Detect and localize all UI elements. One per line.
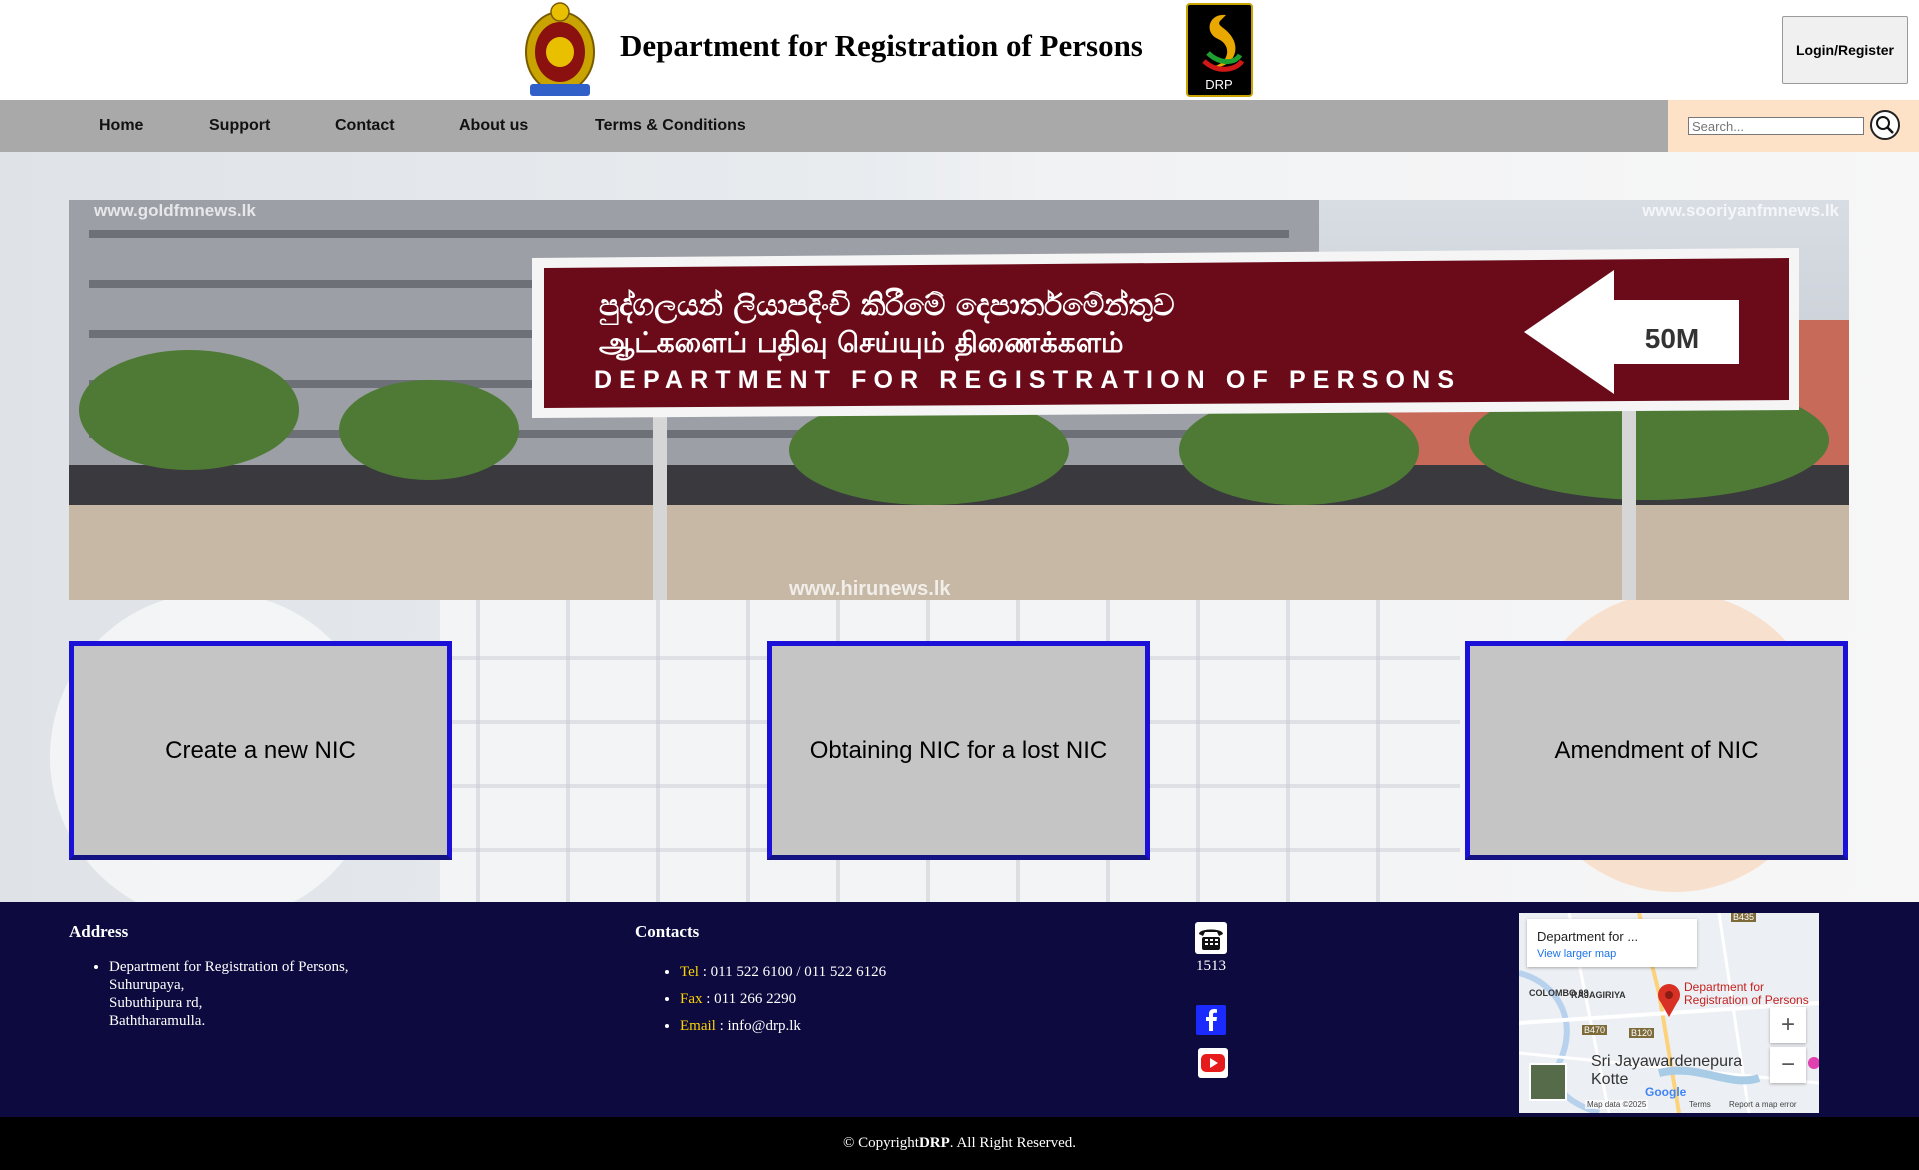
hero-photo: පුද්ගලයන් ලියාපදිංචි කිරීමේ දෙපාර්තමේන්ත… — [69, 200, 1849, 600]
sri-lanka-emblem-icon — [525, 2, 595, 96]
map-card-title: Department for ... — [1537, 929, 1639, 944]
service-card-amend-nic[interactable]: Amendment of NIC — [1465, 641, 1848, 860]
contact-item-email: Email : info@drp.lk — [680, 1018, 886, 1035]
youtube-icon[interactable] — [1198, 1048, 1228, 1078]
address-line: Suhurupaya, — [109, 977, 185, 993]
nav-item-contact[interactable]: Contact — [335, 100, 395, 152]
contact-value: : 011 522 6100 / 011 522 6126 — [698, 964, 887, 980]
main-nav: Home Support Contact About us Terms & Co… — [0, 100, 1919, 152]
map-city-line: Sri Jayawardenepura — [1591, 1053, 1743, 1070]
address-line: Subuthipura rd, — [109, 995, 203, 1011]
map-zoom-out-button[interactable]: − — [1770, 1047, 1806, 1083]
sign-distance: 50M — [1645, 323, 1699, 354]
nav-item-terms[interactable]: Terms & Conditions — [595, 100, 746, 152]
site-title: Department for Registration of Persons — [620, 28, 1143, 63]
map-report-link[interactable]: Report a map error — [1729, 1100, 1797, 1109]
address-list: Department for Registration of Persons, … — [88, 958, 349, 1030]
contact-key: Email — [680, 1018, 716, 1034]
map-city-line: Kotte — [1591, 1071, 1629, 1088]
address-item: Department for Registration of Persons, … — [109, 958, 349, 1030]
search-button[interactable] — [1870, 110, 1900, 140]
contact-key: Tel — [680, 964, 699, 980]
service-card-create-nic[interactable]: Create a new NIC — [69, 641, 452, 860]
nav-item-about[interactable]: About us — [459, 100, 528, 152]
map-info-card: Department for ... View larger map — [1527, 919, 1697, 967]
map-place-label: Department for Registration of Persons — [1684, 980, 1809, 1007]
copyright-brand: DRP — [918, 1135, 950, 1151]
hero-banner: පුද්ගලයන් ලියාපදිංචි කිරීමේ දෙපාර්තමේන්ත… — [69, 200, 1849, 600]
contact-key: Fax — [680, 991, 703, 1007]
copyright-bar: © Copyright DRP . All Right Reserved. — [0, 1117, 1919, 1170]
contact-item-fax: Fax : 011 266 2290 — [680, 991, 886, 1008]
map-terms-link[interactable]: Terms — [1689, 1100, 1711, 1109]
search-area — [1668, 100, 1919, 152]
search-input[interactable] — [1688, 117, 1864, 135]
service-card-lost-nic[interactable]: Obtaining NIC for a lost NIC — [767, 641, 1150, 860]
hotline-number: 1513 — [1196, 958, 1226, 974]
map-zoom-in-button[interactable]: + — [1770, 1007, 1806, 1043]
address-line: Department for Registration of Persons, — [109, 959, 349, 975]
watermark-right: www.sooriyanfmnews.lk — [1641, 201, 1839, 220]
map-road-label: B435 — [1731, 913, 1757, 922]
contacts-list: Tel : 011 522 6100 / 011 522 6126 Fax : … — [656, 964, 886, 1045]
copyright-prefix: © Copyright — [842, 1135, 919, 1151]
sign-text-sinhala: පුද්ගලයන් ලියාපදිංචි කිරීමේ දෙපාර්තමේන්ත… — [599, 287, 1175, 326]
address-heading: Address — [69, 922, 129, 941]
site-footer: Address Department for Registration of P… — [0, 902, 1919, 1117]
view-larger-map-link[interactable]: View larger map — [1537, 948, 1616, 960]
google-logo: Google — [1645, 1085, 1687, 1099]
map-road-label: B120 — [1629, 1028, 1655, 1038]
search-icon — [1876, 116, 1894, 134]
watermark-bottom: www.hirunews.lk — [788, 578, 951, 600]
map-road-label: B470 — [1582, 1025, 1608, 1035]
map-satellite-toggle[interactable] — [1529, 1063, 1567, 1101]
sign-text-tamil: ஆட்களைப் பதிவு செய்யும் திணைக்களம் — [599, 326, 1124, 362]
contact-value[interactable]: : info@drp.lk — [716, 1018, 801, 1034]
copyright-suffix: . All Right Reserved. — [949, 1135, 1077, 1151]
phone-icon — [1195, 922, 1227, 954]
map-area-label: RAJAGIRIYA — [1571, 990, 1626, 1000]
contacts-heading: Contacts — [635, 922, 700, 941]
drp-swan-icon: DRP — [1202, 14, 1245, 92]
login-register-button[interactable]: Login/Register — [1782, 16, 1908, 84]
contact-item-tel: Tel : 011 522 6100 / 011 522 6126 — [680, 964, 886, 981]
site-header: Department for Registration of Persons D… — [0, 0, 1919, 100]
map-attribution: Map data ©2025 — [1585, 1100, 1649, 1109]
contact-value: : 011 266 2290 — [702, 991, 797, 1007]
facebook-icon[interactable] — [1196, 1005, 1226, 1035]
map-city-label: Sri Jayawardenepura Kotte — [1591, 1053, 1742, 1089]
nav-item-support[interactable]: Support — [209, 100, 270, 152]
address-line: Baththaramulla. — [109, 1013, 206, 1029]
svg-text:DRP: DRP — [1205, 77, 1232, 92]
drp-logo: DRP — [1186, 3, 1253, 97]
nav-item-home[interactable]: Home — [99, 100, 143, 152]
embedded-map[interactable]: Department for ... View larger map Depar… — [1519, 913, 1819, 1113]
watermark-left: www.goldfmnews.lk — [93, 201, 256, 220]
